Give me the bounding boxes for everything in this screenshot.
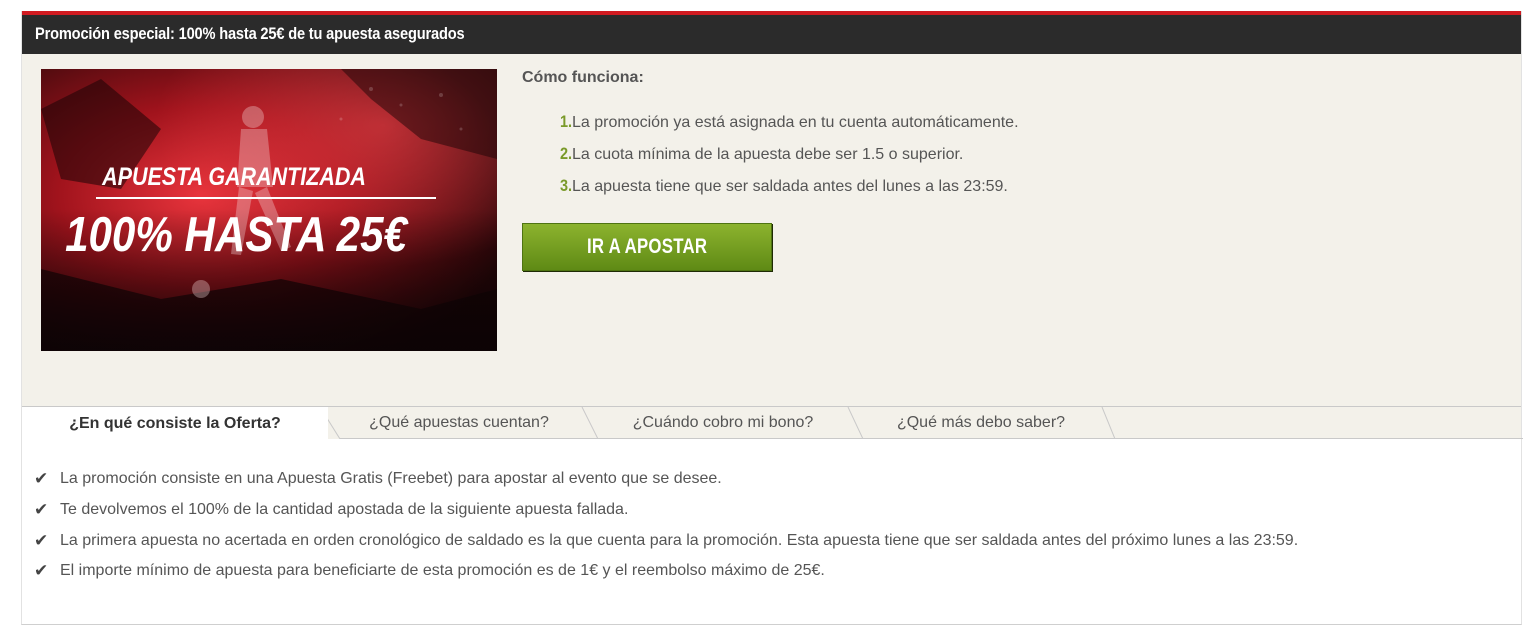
promotion-header: Promoción especial: 100% hasta 25€ de tu… xyxy=(22,15,1521,54)
step-number: 1. xyxy=(559,112,572,131)
list-item: ✔ Te devolvemos el 100% de la cantidad a… xyxy=(34,495,1298,526)
checkmark-icon: ✔ xyxy=(34,500,49,520)
promotion-title: Promoción especial: 100% hasta 25€ de tu… xyxy=(35,24,465,43)
how-it-works-steps: 1. La promoción ya está asignada en tu c… xyxy=(552,112,1019,208)
banner-headline-1: APUESTA GARANTIZADA xyxy=(101,162,366,190)
list-item: ✔ La promoción consiste en una Apuesta G… xyxy=(34,464,1298,495)
step-item: 1. La promoción ya está asignada en tu c… xyxy=(552,112,1019,144)
go-to-bet-label: IR A APOSTAR xyxy=(586,235,708,258)
checkmark-icon: ✔ xyxy=(34,469,49,489)
step-item: 2. La cuota mínima de la apuesta debe se… xyxy=(552,144,1019,176)
offer-tabs: ¿En qué consiste la Oferta? ¿Qué apuesta… xyxy=(22,406,1521,440)
step-number: 3. xyxy=(559,176,572,195)
list-item: ✔ La primera apuesta no acertada en orde… xyxy=(34,525,1298,556)
feature-text: La primera apuesta no acertada en orden … xyxy=(60,531,1299,549)
feature-text: La promoción consiste en una Apuesta Gra… xyxy=(60,470,722,488)
step-item: 3. La apuesta tiene que ser saldada ante… xyxy=(552,176,1019,208)
tab-offer-label: ¿En qué consiste la Oferta? xyxy=(69,414,281,432)
step-number: 2. xyxy=(559,144,572,163)
go-to-bet-button[interactable]: IR A APOSTAR xyxy=(522,223,772,271)
step-text: La apuesta tiene que ser saldada antes d… xyxy=(572,178,1008,195)
list-item: ✔ El importe mínimo de apuesta para bene… xyxy=(34,556,1298,587)
step-text: La cuota mínima de la apuesta debe ser 1… xyxy=(572,146,964,163)
tab-offer[interactable]: ¿En qué consiste la Oferta? xyxy=(22,407,328,440)
promotion-info: APUESTA GARANTIZADA 100% HASTA 25€ Cómo … xyxy=(22,54,1521,406)
promotion-panel: Promoción especial: 100% hasta 25€ de tu… xyxy=(21,11,1523,625)
checkmark-icon: ✔ xyxy=(34,530,49,550)
how-it-works-title: Cómo funciona: xyxy=(522,69,644,86)
feature-text: El importe mínimo de apuesta para benefi… xyxy=(60,562,825,580)
offer-feature-list: ✔ La promoción consiste en una Apuesta G… xyxy=(34,464,1298,587)
banner-headline-2: 100% HASTA 25€ xyxy=(65,207,409,262)
promotion-banner-image: APUESTA GARANTIZADA 100% HASTA 25€ xyxy=(41,69,497,351)
step-text: La promoción ya está asignada en tu cuen… xyxy=(572,114,1019,131)
feature-text: Te devolvemos el 100% de la cantidad apo… xyxy=(60,501,629,519)
checkmark-icon: ✔ xyxy=(34,561,49,581)
tabs-bottom-border xyxy=(340,438,1523,439)
